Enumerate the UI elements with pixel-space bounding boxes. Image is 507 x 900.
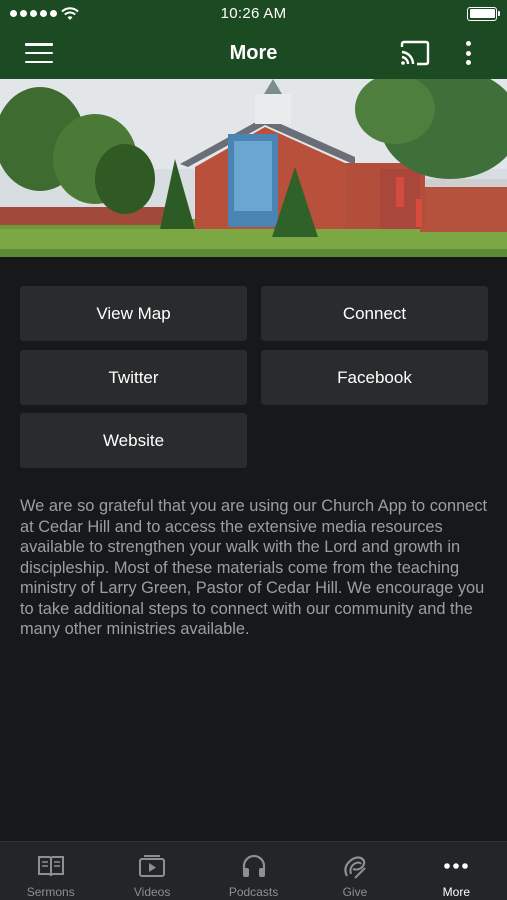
church-photo [0, 79, 507, 257]
book-icon [37, 852, 65, 880]
wifi-icon [61, 6, 79, 20]
website-button[interactable]: Website [20, 413, 247, 468]
connect-button[interactable]: Connect [261, 286, 488, 341]
bottom-tab-bar: Sermons Videos Podcasts Give More [0, 841, 507, 900]
give-icon [341, 852, 369, 880]
battery-icon [467, 6, 500, 21]
app-bar: More [0, 27, 507, 79]
tab-label: Give [342, 885, 368, 899]
hamburger-menu-icon[interactable] [24, 41, 54, 65]
tab-label: Podcasts [228, 885, 279, 899]
cast-icon[interactable] [398, 39, 432, 67]
tab-sermons[interactable]: Sermons [0, 842, 101, 900]
signal-strength-icon [10, 10, 57, 17]
tab-more[interactable]: More [406, 842, 507, 900]
tab-videos[interactable]: Videos [101, 842, 202, 900]
headphones-icon [240, 852, 268, 880]
description-text: We are so grateful that you are using ou… [20, 497, 488, 638]
tab-label: More [442, 885, 470, 899]
tab-give[interactable]: Give [304, 842, 405, 900]
status-left [10, 6, 79, 21]
tab-label: Videos [133, 885, 171, 899]
more-dots-icon [442, 852, 470, 880]
view-map-button[interactable]: View Map [20, 286, 247, 341]
video-play-icon [138, 852, 166, 880]
status-bar: 10:26 AM [0, 0, 507, 27]
tab-label: Sermons [26, 885, 75, 899]
tab-podcasts[interactable]: Podcasts [203, 842, 304, 900]
facebook-button[interactable]: Facebook [261, 350, 488, 405]
overflow-menu-icon[interactable] [458, 39, 478, 67]
twitter-button[interactable]: Twitter [20, 350, 247, 405]
